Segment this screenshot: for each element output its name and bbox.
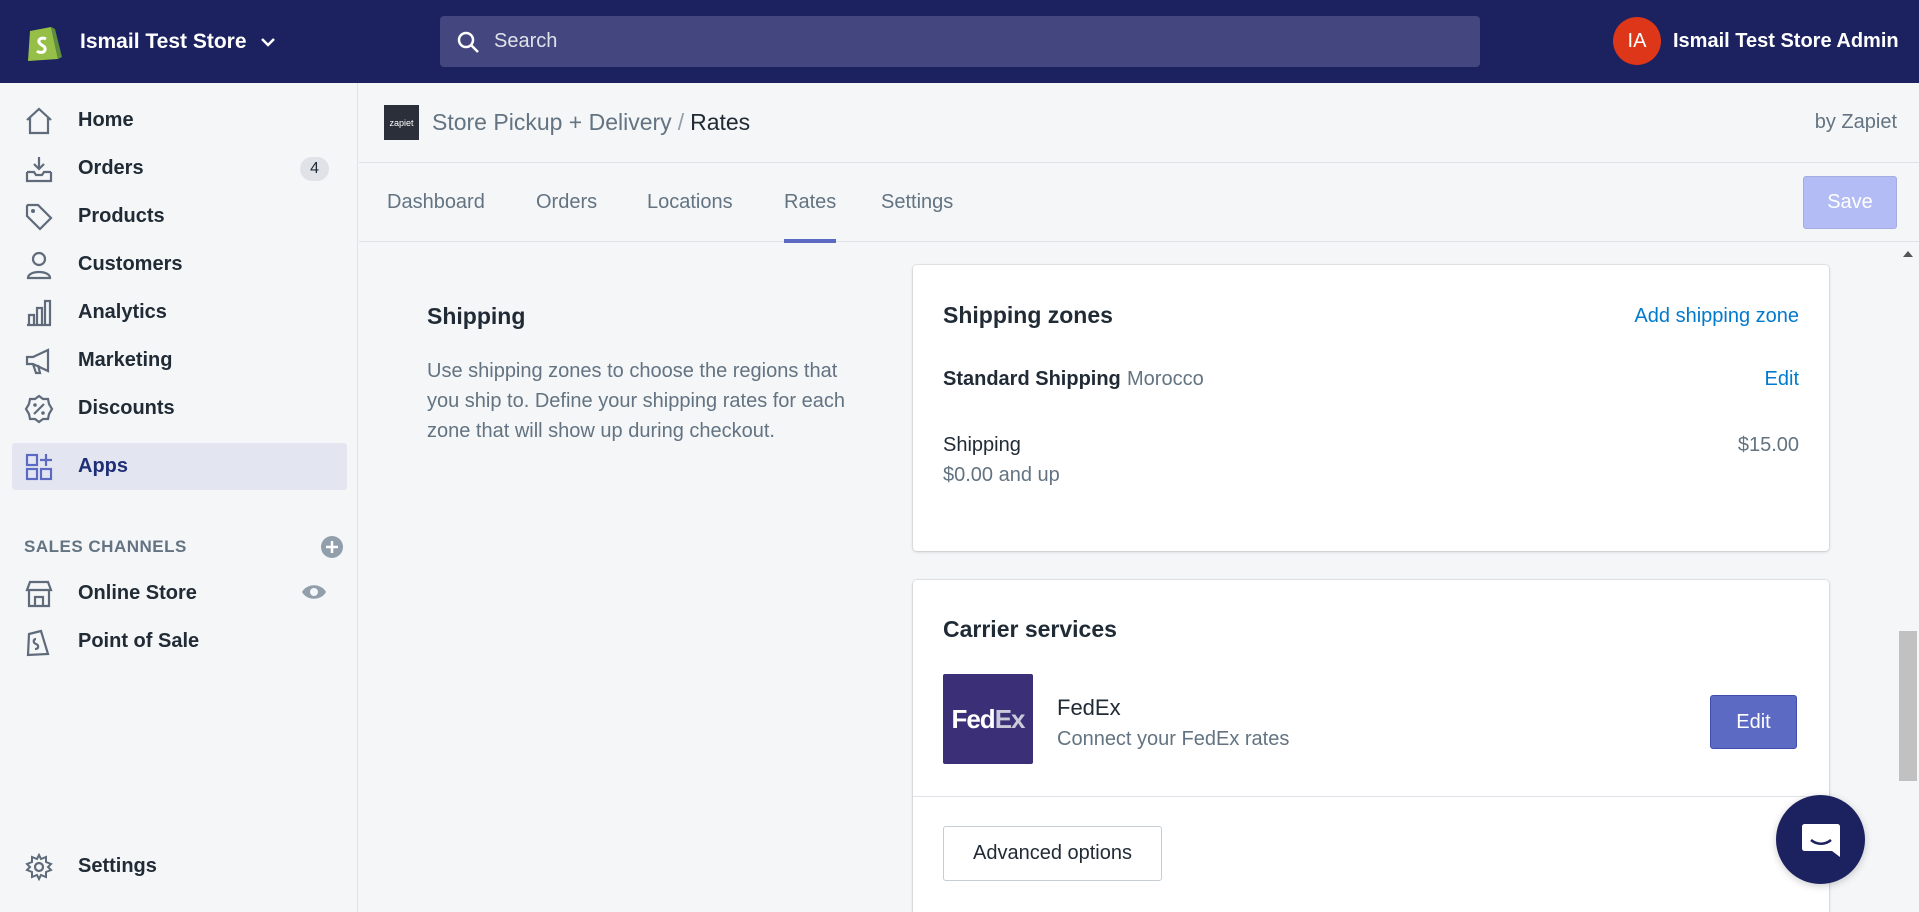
shopify-logo-icon [28, 26, 62, 61]
main-content: Shipping Use shipping zones to choose th… [359, 243, 1900, 912]
carrier-services-card: Carrier services Fed Ex FedEx Connect you… [913, 580, 1829, 912]
zone-name: Standard Shipping [943, 368, 1121, 390]
breadcrumb-separator: / [677, 109, 685, 135]
home-icon [24, 106, 54, 136]
divider [913, 796, 1829, 797]
breadcrumb: Store Pickup + Delivery / Rates [432, 109, 750, 136]
rate-name: Shipping [943, 434, 1021, 456]
chat-icon [1801, 823, 1840, 857]
sales-channels-label: SALES CHANNELS [24, 537, 187, 556]
sidebar-item-analytics[interactable]: Analytics [12, 289, 347, 336]
sidebar-item-label: Point of Sale [78, 630, 200, 652]
shipping-section-title: Shipping [427, 303, 526, 329]
fedex-logo-fed: Fed [951, 703, 995, 734]
tag-icon [24, 202, 54, 232]
sidebar: Home Orders 4 Products Customers Analyti… [0, 83, 358, 912]
scroll-thumb[interactable] [1899, 631, 1917, 781]
search-placeholder: Search [494, 30, 558, 52]
shipping-zones-title: Shipping zones [943, 302, 1113, 328]
tab-settings[interactable]: Settings [881, 163, 953, 242]
chevron-down-icon [260, 37, 275, 47]
megaphone-icon [24, 346, 54, 376]
carrier-description: Connect your FedEx rates [1057, 728, 1290, 750]
add-channel-plus-icon[interactable] [320, 535, 344, 559]
add-shipping-zone-link[interactable]: Add shipping zone [1634, 305, 1799, 328]
sidebar-item-label: Apps [78, 455, 128, 477]
carrier-services-title: Carrier services [943, 616, 1117, 642]
search-input[interactable]: Search [440, 16, 1480, 67]
shipping-zones-card: Shipping zones Add shipping zone Standar… [913, 265, 1829, 551]
sidebar-item-discounts[interactable]: Discounts [12, 385, 347, 432]
sidebar-item-label: Analytics [78, 301, 167, 323]
sidebar-item-apps[interactable]: Apps [12, 443, 347, 490]
rate-price: $15.00 [1737, 434, 1799, 456]
breadcrumb-parent[interactable]: Store Pickup + Delivery [432, 109, 672, 135]
sidebar-item-online-store[interactable]: Online Store [12, 570, 347, 617]
tab-orders[interactable]: Orders [536, 163, 597, 242]
tab-bar: Dashboard Orders Locations Rates Setting… [359, 163, 1919, 243]
sidebar-item-products[interactable]: Products [12, 193, 347, 240]
sidebar-item-customers[interactable]: Customers [12, 241, 347, 288]
sidebar-item-label: Marketing [78, 349, 173, 371]
sidebar-item-home[interactable]: Home [12, 97, 347, 144]
breadcrumb-current: Rates [690, 109, 751, 135]
save-button[interactable]: Save [1803, 176, 1897, 229]
sidebar-item-settings[interactable]: Settings [12, 843, 347, 890]
store-switcher[interactable]: Ismail Test Store [0, 0, 440, 83]
chat-launcher-button[interactable] [1776, 795, 1865, 884]
rate-condition: $0.00 and up [943, 464, 1060, 486]
store-icon [24, 579, 54, 609]
sidebar-item-marketing[interactable]: Marketing [12, 337, 347, 384]
sidebar-item-label: Settings [78, 855, 157, 877]
account-menu[interactable]: IA Ismail Test Store Admin [1613, 17, 1899, 65]
sidebar-item-label: Products [78, 205, 165, 227]
sidebar-item-label: Orders [78, 157, 144, 179]
scroll-up-arrow-icon[interactable] [1903, 251, 1913, 257]
pos-icon [24, 627, 54, 657]
advanced-options-button[interactable]: Advanced options [943, 826, 1162, 881]
apps-icon [24, 452, 54, 482]
orders-icon [24, 154, 54, 184]
store-name: Ismail Test Store [80, 29, 247, 53]
scrollbar[interactable] [1897, 243, 1919, 912]
fedex-logo-ex: Ex [994, 703, 1026, 734]
fedex-logo: Fed Ex [943, 674, 1033, 764]
tab-locations[interactable]: Locations [647, 163, 733, 242]
app-author: by Zapiet [1814, 111, 1897, 133]
discount-icon [24, 394, 54, 424]
edit-zone-link[interactable]: Edit [1765, 368, 1799, 391]
sidebar-item-label: Discounts [78, 397, 175, 419]
edit-carrier-button[interactable]: Edit [1710, 695, 1797, 749]
app-header: zapiet Store Pickup + Delivery / Rates by … [359, 83, 1919, 163]
zone-country: Morocco [1127, 368, 1204, 390]
search-icon [457, 31, 479, 53]
bar-chart-icon [24, 298, 54, 328]
tab-dashboard[interactable]: Dashboard [387, 163, 485, 242]
sidebar-item-orders[interactable]: Orders 4 [12, 145, 347, 192]
eye-icon[interactable] [301, 582, 327, 602]
sidebar-item-point-of-sale[interactable]: Point of Sale [12, 618, 347, 665]
top-bar: Ismail Test Store Search IA Ismail Test … [0, 0, 1919, 83]
sidebar-item-label: Home [78, 109, 134, 131]
gear-icon [24, 852, 54, 882]
tab-rates[interactable]: Rates [784, 163, 837, 243]
avatar: IA [1613, 17, 1661, 65]
carrier-name: FedEx [1057, 695, 1121, 720]
shipping-section-description: Use shipping zones to choose the regions… [427, 360, 846, 442]
sidebar-item-label: Online Store [78, 582, 197, 604]
zapiet-logo: zapiet [384, 105, 419, 140]
person-icon [24, 250, 54, 280]
sales-channels-header: SALES CHANNELS [24, 535, 344, 559]
orders-count-badge: 4 [300, 157, 329, 181]
account-name: Ismail Test Store Admin [1673, 29, 1899, 52]
sidebar-item-label: Customers [78, 253, 183, 275]
